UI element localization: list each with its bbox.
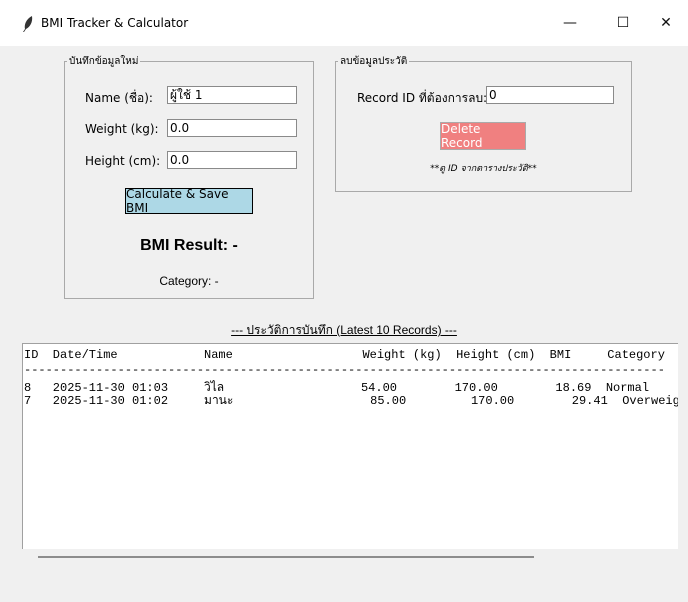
close-button[interactable]: ✕: [646, 10, 686, 36]
history-label: --- ประวัติการบันทึก (Latest 10 Records)…: [231, 323, 457, 337]
name-field[interactable]: ผู้ใช้ 1: [167, 86, 297, 104]
minimize-icon: —: [563, 15, 577, 31]
history-textarea[interactable]: ID Date/Time Name Weight (kg) Height (cm…: [22, 343, 678, 549]
history-separator: ----------------------------------------…: [24, 363, 665, 377]
weight-field[interactable]: 0.0: [167, 119, 297, 137]
bmi-result: BMI Result: -: [140, 237, 238, 254]
history-header: ID Date/Time Name Weight (kg) Height (cm…: [24, 348, 665, 362]
height-field[interactable]: 0.0: [167, 151, 297, 169]
calculate-save-button[interactable]: Calculate & Save BMI: [125, 187, 253, 215]
add-record-group-title: บันทึกข้อมูลใหม่: [67, 54, 141, 69]
delete-record-button[interactable]: Delete Record: [440, 122, 526, 150]
bmi-category: Category: -: [159, 274, 219, 288]
height-label: Height (cm):: [85, 154, 161, 168]
add-record-group: บันทึกข้อมูลใหม่ Name (ชื่อ): ผู้ใช้ 1 W…: [64, 54, 314, 299]
close-icon: ✕: [660, 15, 672, 31]
record-id-label: Record ID ที่ต้องการลบ:: [357, 91, 488, 105]
minimize-button[interactable]: —: [550, 10, 590, 36]
weight-label: Weight (kg):: [85, 122, 159, 136]
maximize-icon: ☐: [616, 15, 630, 31]
horizontal-scrollbar[interactable]: [38, 556, 534, 558]
window-title: BMI Tracker & Calculator: [41, 16, 189, 30]
feather-icon: [23, 16, 33, 32]
table-row: 7 2025-11-30 01:02 มานะ 85.00 170.00 29.…: [24, 394, 678, 408]
maximize-button[interactable]: ☐: [603, 10, 643, 36]
delete-record-group-title: ลบข้อมูลประวัติ: [338, 54, 410, 69]
name-label: Name (ชื่อ):: [85, 91, 153, 105]
delete-record-group: ลบข้อมูลประวัติ Record ID ที่ต้องการลบ: …: [335, 54, 632, 192]
record-id-field[interactable]: 0: [486, 86, 614, 104]
title-bar: BMI Tracker & Calculator — ☐ ✕: [0, 0, 688, 46]
id-note: **ดู ID จากตารางประวัติ**: [430, 164, 537, 174]
